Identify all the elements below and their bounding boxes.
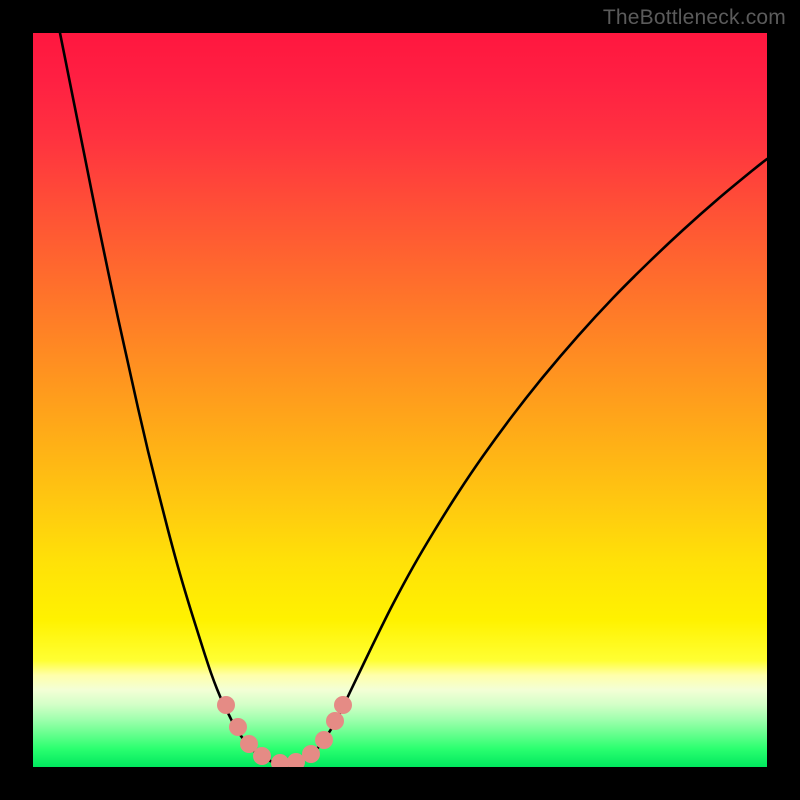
curve-markers [217, 696, 352, 767]
plot-area [33, 33, 767, 767]
curve-layer [33, 33, 767, 767]
curve-marker [217, 696, 235, 714]
chart-frame: TheBottleneck.com [0, 0, 800, 800]
curve-marker [229, 718, 247, 736]
watermark-text: TheBottleneck.com [603, 6, 786, 30]
curve-marker [271, 754, 289, 767]
curve-marker [326, 712, 344, 730]
bottleneck-curve [60, 33, 767, 764]
curve-marker [334, 696, 352, 714]
curve-marker [315, 731, 333, 749]
curve-marker [302, 745, 320, 763]
curve-marker [253, 747, 271, 765]
